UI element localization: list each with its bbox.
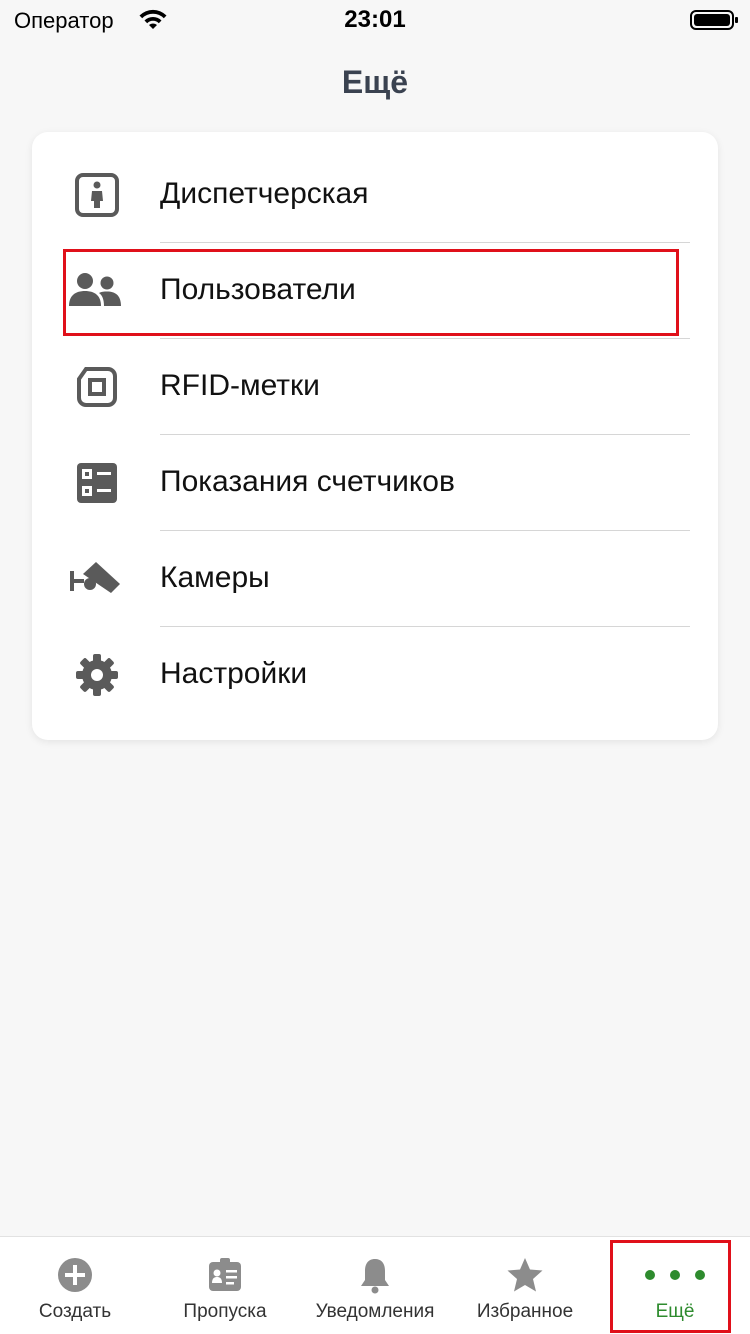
- pass-icon: [209, 1258, 241, 1291]
- menu-item-label: Диспетчерская: [160, 177, 369, 210]
- users-icon: [69, 273, 121, 306]
- menu-item-label: Пользователи: [160, 273, 356, 306]
- tab-notifications[interactable]: Уведомления: [300, 1237, 450, 1334]
- tab-bar: Создать Пропуска Уведомления Избранное Е…: [0, 1236, 750, 1334]
- plus-circle-icon: [58, 1258, 92, 1292]
- more-dots-icon: [645, 1270, 705, 1280]
- tab-more[interactable]: Ещё: [600, 1237, 750, 1334]
- menu-item-meter-readings[interactable]: Показания счетчиков: [32, 434, 718, 530]
- menu-card: Диспетчерская Пользователи RFID-метки По…: [32, 132, 718, 740]
- menu-item-label: Камеры: [160, 561, 270, 594]
- camera-icon: [70, 562, 120, 593]
- menu-item-dispatcher[interactable]: Диспетчерская: [32, 146, 718, 242]
- menu-item-label: Настройки: [160, 657, 308, 690]
- tab-passes[interactable]: Пропуска: [150, 1237, 300, 1334]
- battery-icon: [690, 10, 738, 30]
- tab-label: Пропуска: [183, 1301, 267, 1322]
- tab-create[interactable]: Создать: [0, 1237, 150, 1334]
- bell-icon: [361, 1259, 389, 1294]
- tab-label: Создать: [38, 1301, 112, 1322]
- star-icon: [507, 1258, 543, 1292]
- dispatcher-icon: [75, 173, 119, 217]
- tab-label: Избранное: [476, 1301, 574, 1322]
- menu-item-label: Показания счетчиков: [160, 465, 455, 498]
- menu-item-settings[interactable]: Настройки: [32, 626, 718, 722]
- rfid-tag-icon: [77, 367, 117, 407]
- menu-item-rfid[interactable]: RFID-метки: [32, 338, 718, 434]
- menu-item-label: RFID-метки: [160, 369, 320, 402]
- tab-favorites[interactable]: Избранное: [450, 1237, 600, 1334]
- status-bar: Оператор 23:01: [0, 0, 750, 40]
- status-time: 23:01: [344, 6, 406, 33]
- meter-readings-icon: [77, 463, 117, 503]
- gear-icon: [76, 654, 118, 696]
- page-title: Ещё: [341, 64, 409, 100]
- menu-item-cameras[interactable]: Камеры: [32, 530, 718, 626]
- tab-label: Ещё: [655, 1301, 695, 1322]
- tab-label: Уведомления: [315, 1301, 435, 1322]
- menu-item-users[interactable]: Пользователи: [32, 242, 718, 338]
